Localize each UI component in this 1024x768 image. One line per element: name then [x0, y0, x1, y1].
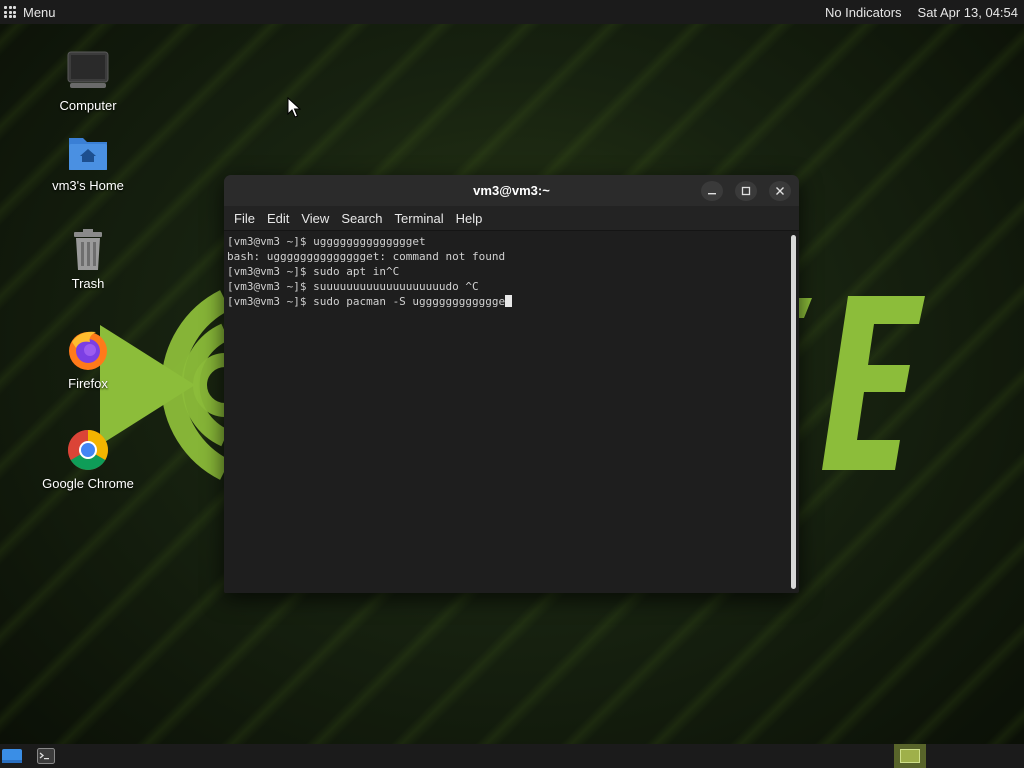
bottom-taskbar: [0, 744, 1024, 768]
top-panel: Menu No Indicators Sat Apr 13, 04:54: [0, 0, 1024, 24]
close-icon: [776, 187, 784, 195]
desktop-icon-label: vm3's Home: [52, 178, 124, 193]
trash-icon: [66, 228, 110, 272]
terminal-output[interactable]: [vm3@vm3 ~]$ ugggggggggggggget bash: uggg…: [224, 231, 787, 593]
desktop-icon-label: Computer: [59, 98, 117, 113]
close-button[interactable]: [769, 181, 791, 201]
mouse-pointer-icon: [287, 97, 301, 118]
desktop-icon-label: Google Chrome: [42, 476, 134, 491]
desktop-icon-label: Firefox: [68, 376, 108, 391]
clock[interactable]: Sat Apr 13, 04:54: [918, 5, 1018, 20]
desktop-icon-trash[interactable]: Trash: [33, 228, 143, 291]
desktop-icon-firefox[interactable]: Firefox: [33, 328, 143, 391]
terminal-window[interactable]: vm3@vm3:~ File Edit View Search Terminal…: [224, 175, 799, 593]
terminal-line: [vm3@vm3 ~]$ suuuuuuuuuuuuuuuuuuudo ^C: [227, 280, 479, 293]
window-title: vm3@vm3:~: [473, 183, 550, 198]
computer-icon: [66, 50, 110, 94]
maximize-button[interactable]: [735, 181, 757, 201]
terminal-line: [vm3@vm3 ~]$ sudo apt in^C: [227, 265, 400, 278]
app-grid-icon: [4, 6, 16, 18]
desktop-icon-home[interactable]: vm3's Home: [33, 130, 143, 193]
menu-edit[interactable]: Edit: [261, 211, 295, 226]
home-folder-icon: [66, 130, 110, 174]
menu-help[interactable]: Help: [450, 211, 489, 226]
workspace-switcher[interactable]: [894, 744, 926, 768]
desktop-icon-computer[interactable]: Computer: [33, 50, 143, 113]
menu-terminal[interactable]: Terminal: [389, 211, 450, 226]
terminal-menubar: File Edit View Search Terminal Help: [224, 206, 799, 231]
terminal-line: bash: ugggggggggggggget: command not fou…: [227, 250, 506, 263]
taskbar-terminal-button[interactable]: [34, 744, 58, 768]
firefox-icon: [66, 328, 110, 372]
menu-file[interactable]: File: [228, 211, 261, 226]
window-titlebar[interactable]: vm3@vm3:~: [224, 175, 799, 206]
minimize-icon: [708, 193, 716, 195]
indicators-label[interactable]: No Indicators: [825, 5, 902, 20]
menu-search[interactable]: Search: [335, 211, 388, 226]
desktop-icon-label: Trash: [71, 276, 105, 291]
show-desktop-button[interactable]: [0, 744, 24, 768]
desktop-icon-chrome[interactable]: Google Chrome: [33, 428, 143, 491]
menu-button[interactable]: Menu: [0, 0, 64, 24]
show-desktop-icon: [2, 749, 22, 763]
minimize-button[interactable]: [701, 181, 723, 201]
terminal-line: [vm3@vm3 ~]$ ugggggggggggggget: [227, 235, 426, 248]
terminal-prompt-line: [vm3@vm3 ~]$ sudo pacman -S uggggggggggg…: [227, 294, 784, 309]
menu-view[interactable]: View: [295, 211, 335, 226]
workspace-1[interactable]: [900, 749, 920, 763]
terminal-icon: [37, 748, 55, 764]
terminal-scrollbar[interactable]: [791, 235, 796, 589]
menu-label: Menu: [23, 4, 56, 20]
chrome-icon: [66, 428, 110, 472]
text-cursor: [505, 295, 513, 307]
maximize-icon: [741, 186, 751, 196]
terminal-line: [vm3@vm3 ~]$ sudo pacman -S uggggggggggg…: [227, 295, 506, 308]
